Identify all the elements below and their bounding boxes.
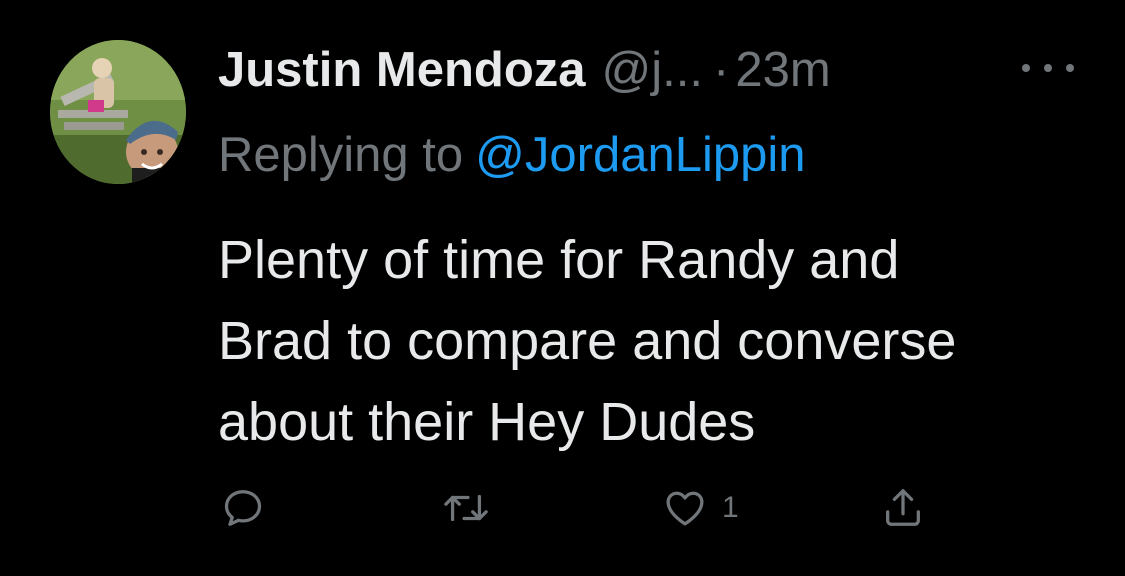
user-handle[interactable]: @j...: [602, 40, 703, 100]
reply-mention-link[interactable]: @JordanLippin: [475, 128, 805, 182]
separator-dot: ·: [713, 43, 730, 97]
tweet-text: Plenty of time for Randy and Brad to com…: [218, 220, 1098, 463]
heart-icon: [666, 491, 704, 526]
display-name[interactable]: Justin Mendoza: [218, 40, 586, 100]
share-icon: [886, 489, 920, 526]
tweet-header: Justin Mendoza @j... · 23m: [218, 40, 831, 100]
like-count: 1: [722, 491, 739, 524]
more-options-icon[interactable]: [1022, 56, 1074, 80]
tweet-text-line: Brad to compare and converse: [218, 311, 957, 371]
more-dot: [1022, 64, 1030, 72]
timestamp[interactable]: 23m: [735, 40, 830, 100]
more-dot: [1044, 64, 1052, 72]
avatar[interactable]: [50, 40, 186, 184]
replying-prefix: Replying to: [218, 128, 464, 182]
share-button[interactable]: [880, 482, 926, 534]
more-dot: [1066, 64, 1074, 72]
tweet-text-line: Plenty of time for Randy and: [218, 230, 900, 290]
replying-to-line: Replying to @JordanLippin: [218, 125, 806, 185]
reply-button[interactable]: [220, 482, 266, 534]
retweet-icon: [444, 494, 488, 522]
tweet[interactable]: Justin Mendoza @j... · 23m Replying to @J…: [0, 0, 1125, 576]
retweet-button[interactable]: [440, 482, 492, 534]
reply-icon: [224, 490, 262, 526]
tweet-text-line: about their Hey Dudes: [218, 392, 756, 452]
like-button[interactable]: 1: [662, 482, 739, 534]
